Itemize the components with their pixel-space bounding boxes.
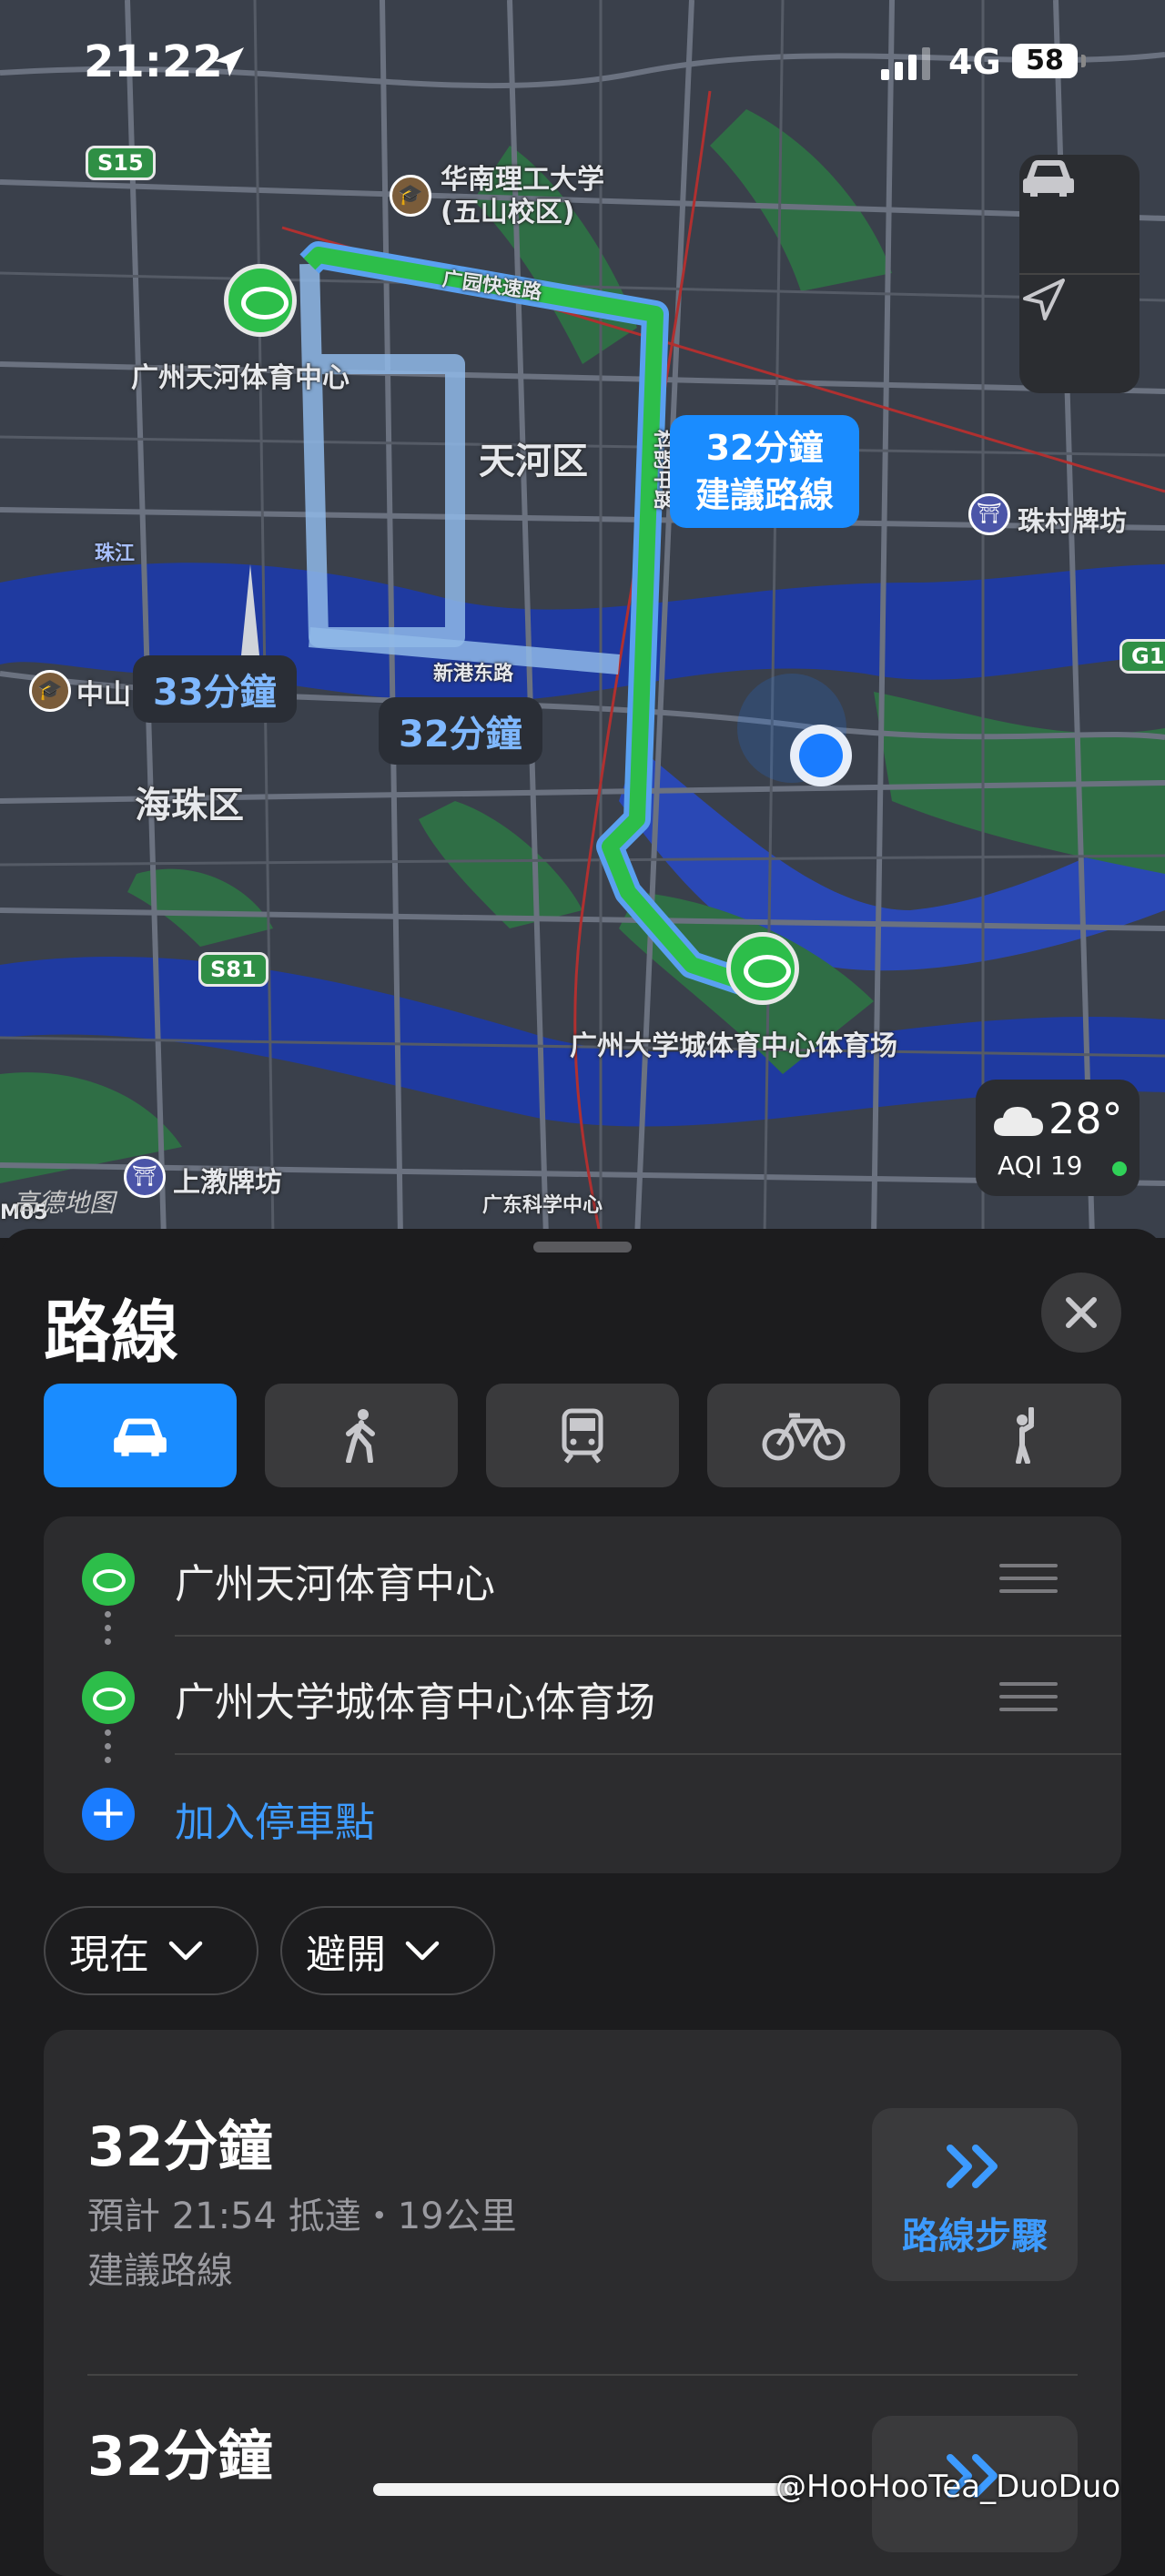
close-button[interactable] bbox=[1041, 1273, 1121, 1353]
transport-mode-selector bbox=[44, 1384, 1121, 1487]
poi-label-zhucun[interactable]: 珠村牌坊 bbox=[1018, 499, 1127, 539]
plus-icon: + bbox=[82, 1788, 135, 1841]
university-icon[interactable]: 🎓 bbox=[29, 670, 71, 712]
hail-person-icon bbox=[1016, 1407, 1034, 1464]
route-eta-distance: 預計 21:54 抵達・19公里 bbox=[87, 2196, 517, 2237]
network-type: 4G bbox=[948, 42, 1001, 82]
reorder-handle-icon[interactable] bbox=[999, 1564, 1058, 1602]
double-chevron-right-icon bbox=[947, 2145, 998, 2188]
route-steps-button[interactable]: 路線步驟 bbox=[872, 2108, 1078, 2281]
status-time: 21:22 bbox=[84, 36, 223, 87]
avoid-label: 避開 bbox=[306, 1932, 386, 1978]
poi-label-science-center[interactable]: 广东科学中心 bbox=[482, 1189, 603, 1218]
map-view[interactable]: S15 S81 G10 M05 🎓 华南理工大学 (五山校区) 广州天河体育中心… bbox=[0, 0, 1165, 1238]
map-attribution: 高德地图 bbox=[13, 1188, 116, 1218]
route-bubble-alt-2[interactable]: 32分鐘 bbox=[379, 697, 542, 765]
chevron-down-icon bbox=[168, 1941, 203, 1961]
highway-shield-g10: G10 bbox=[1119, 639, 1165, 674]
car-mode-button[interactable] bbox=[1019, 155, 1140, 273]
weather-aqi: AQI 19 bbox=[998, 1151, 1083, 1181]
location-arrow-icon bbox=[1023, 279, 1065, 320]
sheet-grabber[interactable] bbox=[533, 1242, 632, 1253]
add-stop-row[interactable]: + 加入停車點 bbox=[44, 1755, 1121, 1873]
mode-cycle-button[interactable] bbox=[707, 1384, 900, 1487]
cloud-icon bbox=[994, 1107, 1043, 1136]
user-location-dot bbox=[790, 725, 852, 786]
stop-item-destination[interactable]: 广州大学城体育中心体育场 bbox=[44, 1635, 1121, 1753]
university-icon[interactable]: 🎓 bbox=[390, 175, 431, 217]
mode-drive-button[interactable] bbox=[44, 1384, 237, 1487]
car-icon bbox=[114, 1418, 167, 1456]
poi-label-scut[interactable]: 华南理工大学 (五山校区) bbox=[441, 164, 604, 229]
highway-shield-s81: S81 bbox=[198, 952, 268, 987]
battery-tip bbox=[1081, 55, 1086, 67]
park bbox=[127, 868, 273, 947]
route-bubble-note: 建議路線 bbox=[695, 475, 835, 515]
battery-level: 58 bbox=[1012, 44, 1078, 78]
highway-shield-s15: S15 bbox=[86, 146, 156, 180]
stadium-icon bbox=[82, 1553, 135, 1606]
divider bbox=[87, 2374, 1078, 2376]
end-label[interactable]: 广州大学城体育中心体育场 bbox=[570, 1023, 897, 1063]
route-steps-label: 路線步驟 bbox=[902, 2216, 1048, 2257]
route-bubble-alt-1[interactable]: 33分鐘 bbox=[133, 655, 297, 723]
route-bubble-time: 32分鐘 bbox=[705, 428, 824, 468]
stop-destination-name: 广州大学城体育中心体育场 bbox=[175, 1679, 655, 1726]
district-label-tianhe: 天河区 bbox=[479, 441, 588, 482]
mode-rideshare-button[interactable] bbox=[928, 1384, 1121, 1487]
route-duration: 32分鐘 bbox=[87, 2425, 273, 2489]
road-label-xingang: 新港东路 bbox=[433, 663, 514, 685]
route-stops-list: 广州天河体育中心 广州大学城体育中心体育场 + 加入停車點 bbox=[44, 1516, 1121, 1873]
landmark-icon[interactable]: ⛩ bbox=[124, 1156, 166, 1198]
weather-widget[interactable]: 28° AQI 19 bbox=[976, 1080, 1140, 1196]
poi-label-zhongshan[interactable]: 中山 bbox=[76, 672, 131, 712]
depart-time-label: 現在 bbox=[69, 1932, 149, 1978]
weather-temperature: 28° bbox=[1048, 1094, 1123, 1143]
directions-sheet: 路線 广州天河体育中心 广州大学城体育中心体育场 + 加入停車點 現在 避開 3… bbox=[0, 1229, 1165, 2576]
mode-walk-button[interactable] bbox=[265, 1384, 458, 1487]
river-label: 珠江 bbox=[95, 543, 136, 565]
sheet-title: 路線 bbox=[44, 1293, 178, 1372]
train-icon bbox=[562, 1408, 603, 1464]
location-services-icon bbox=[215, 47, 244, 76]
poi-label-shangchong[interactable]: 上漖牌坊 bbox=[173, 1160, 282, 1200]
cellular-signal-icon bbox=[881, 47, 930, 80]
walk-icon bbox=[346, 1409, 375, 1463]
landmark-icon[interactable]: ⛩ bbox=[968, 493, 1010, 535]
end-stadium-icon[interactable] bbox=[726, 932, 799, 1005]
home-indicator[interactable] bbox=[373, 2483, 792, 2496]
watermark: @HooHooTea_DuoDuo bbox=[775, 2469, 1121, 2505]
car-icon bbox=[1023, 160, 1074, 197]
map-controls bbox=[1019, 155, 1140, 393]
aqi-status-dot bbox=[1112, 1161, 1127, 1176]
stop-item-origin[interactable]: 广州天河体育中心 bbox=[44, 1516, 1121, 1635]
status-bar: 21:22 4G 58 bbox=[0, 0, 1165, 127]
route-note: 建議路線 bbox=[87, 2250, 233, 2292]
route-duration: 32分鐘 bbox=[87, 2115, 273, 2179]
start-label[interactable]: 广州天河体育中心 bbox=[131, 355, 350, 395]
close-icon bbox=[1066, 1297, 1097, 1328]
park bbox=[710, 109, 892, 291]
reorder-handle-icon[interactable] bbox=[999, 1682, 1058, 1720]
mode-transit-button[interactable] bbox=[486, 1384, 679, 1487]
start-stadium-icon[interactable] bbox=[224, 264, 297, 337]
district-label-haizhu: 海珠区 bbox=[135, 785, 244, 827]
stadium-icon bbox=[82, 1671, 135, 1724]
park bbox=[419, 801, 582, 928]
bicycle-icon bbox=[762, 1413, 846, 1461]
avoid-dropdown[interactable]: 避開 bbox=[280, 1906, 495, 1995]
depart-time-dropdown[interactable]: 現在 bbox=[44, 1906, 258, 1995]
locate-me-button[interactable] bbox=[1019, 275, 1140, 393]
add-stop-label: 加入停車點 bbox=[175, 1800, 375, 1846]
chevron-down-icon bbox=[405, 1941, 440, 1961]
route-bubble-recommended[interactable]: 32分鐘 建議路線 bbox=[670, 415, 860, 528]
stop-origin-name: 广州天河体育中心 bbox=[175, 1561, 495, 1607]
